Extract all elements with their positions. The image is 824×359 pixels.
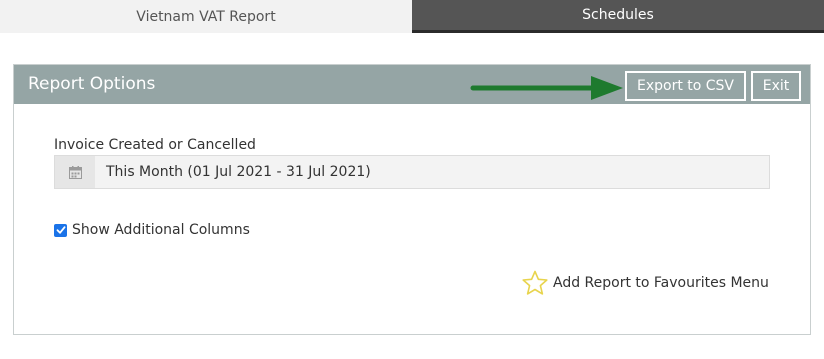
exit-label: Exit — [762, 78, 790, 94]
report-options-panel: Report Options Export to CSV Exit Invoic… — [13, 64, 811, 335]
date-range-field[interactable]: This Month (01 Jul 2021 - 31 Jul 2021) — [54, 155, 770, 189]
annotation-arrow-icon — [470, 76, 623, 100]
show-additional-columns-checkbox[interactable] — [54, 223, 67, 237]
panel-title: Report Options — [28, 74, 156, 94]
date-filter-label: Invoice Created or Cancelled — [54, 137, 256, 153]
tab-label: Vietnam VAT Report — [136, 8, 276, 25]
exit-button[interactable]: Exit — [751, 71, 801, 101]
tab-bar: Vietnam VAT Report Schedules — [0, 0, 824, 33]
add-to-favourites-link[interactable]: Add Report to Favourites Menu — [521, 270, 769, 296]
add-to-favourites-label: Add Report to Favourites Menu — [553, 275, 769, 291]
date-range-value: This Month (01 Jul 2021 - 31 Jul 2021) — [106, 164, 371, 180]
export-to-csv-button[interactable]: Export to CSV — [625, 71, 746, 101]
show-additional-columns-label: Show Additional Columns — [72, 222, 250, 238]
star-icon[interactable] — [521, 270, 549, 296]
panel-header: Report Options Export to CSV Exit — [14, 65, 810, 104]
tab-vietnam-vat-report[interactable]: Vietnam VAT Report — [0, 0, 412, 33]
checkmark-icon — [56, 226, 66, 234]
show-additional-columns-option[interactable]: Show Additional Columns — [54, 221, 250, 239]
tab-label: Schedules — [582, 7, 654, 23]
tab-schedules[interactable]: Schedules — [412, 0, 824, 33]
calendar-icon[interactable] — [55, 156, 95, 188]
export-to-csv-label: Export to CSV — [636, 78, 735, 94]
